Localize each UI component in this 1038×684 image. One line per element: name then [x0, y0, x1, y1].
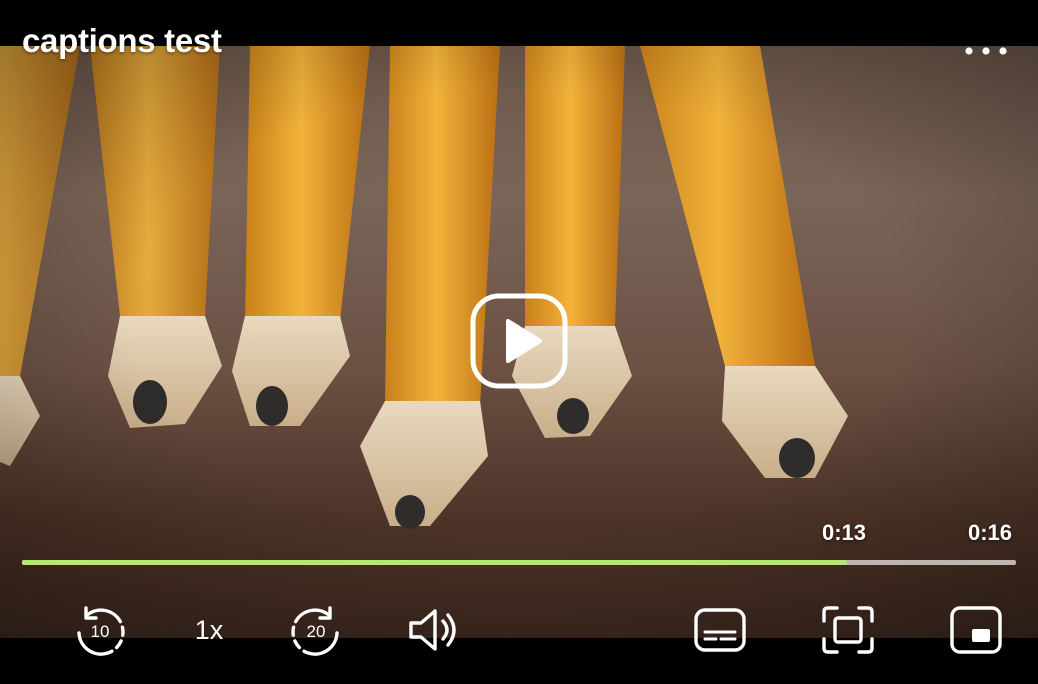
video-player[interactable]: captions test 0:13 0:16 10 1x 20 — [0, 0, 1038, 684]
fullscreen-icon — [822, 606, 874, 654]
total-duration: 0:16 — [968, 520, 1013, 545]
more-options-button[interactable] — [964, 36, 1010, 66]
video-title: captions test — [22, 22, 222, 59]
picture-in-picture-button[interactable] — [948, 603, 1004, 657]
rewind-10-icon: 10 — [77, 606, 125, 656]
captions-button[interactable] — [692, 603, 748, 657]
more-options-icon — [965, 47, 1007, 55]
rewind-seconds: 10 — [91, 622, 110, 641]
captions-icon — [694, 608, 746, 652]
rewind-button[interactable]: 10 — [72, 603, 128, 657]
forward-seconds: 20 — [307, 622, 326, 641]
current-time: 0:13 — [822, 520, 867, 545]
volume-icon — [409, 609, 456, 651]
volume-button[interactable] — [406, 603, 462, 657]
fullscreen-button[interactable] — [820, 603, 876, 657]
play-icon — [470, 293, 568, 389]
picture-in-picture-icon — [950, 606, 1002, 654]
forward-20-icon: 20 — [291, 606, 339, 656]
progress-bar[interactable] — [22, 560, 1016, 565]
playback-speed-button[interactable]: 1x — [188, 603, 230, 657]
forward-button[interactable]: 20 — [288, 603, 344, 657]
progress-bar-played — [22, 560, 848, 565]
bottom-bar — [0, 638, 1038, 684]
play-button[interactable] — [470, 293, 568, 389]
